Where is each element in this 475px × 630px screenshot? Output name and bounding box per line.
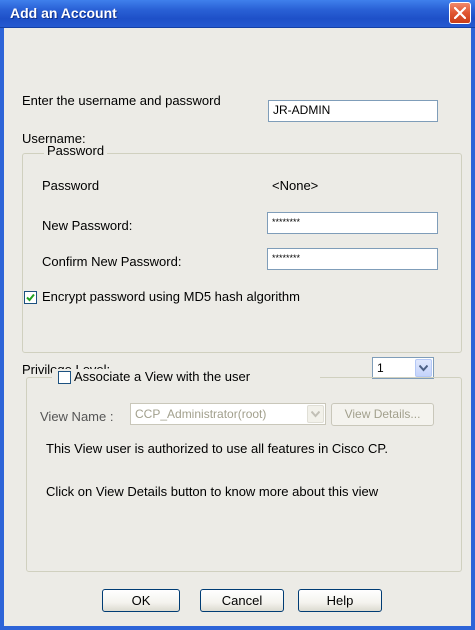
- encrypt-md5-checkbox[interactable]: [24, 291, 37, 304]
- dialog-title: Add an Account: [10, 5, 117, 21]
- cancel-button[interactable]: Cancel: [200, 589, 284, 612]
- new-password-label: New Password:: [42, 218, 133, 233]
- view-name-label: View Name :: [40, 409, 114, 424]
- view-details-info-text: Click on View Details button to know mor…: [46, 484, 379, 499]
- new-password-input[interactable]: ********: [267, 212, 438, 234]
- confirm-password-label: Confirm New Password:: [42, 254, 182, 269]
- dialog-body: Enter the username and password Username…: [4, 28, 471, 626]
- privilege-level-select[interactable]: 1: [372, 357, 434, 379]
- intro-text: Enter the username and password: [22, 93, 221, 108]
- password-current-value: <None>: [272, 178, 319, 193]
- chevron-down-icon: [419, 365, 428, 372]
- close-x-icon: [454, 7, 466, 19]
- view-name-dropdown-button[interactable]: [307, 405, 324, 423]
- encrypt-md5-label: Encrypt password using MD5 hash algorith…: [42, 289, 300, 304]
- view-name-select[interactable]: CCP_Administrator(root): [130, 403, 326, 425]
- privilege-dropdown-button[interactable]: [415, 359, 432, 377]
- authorized-text: This View user is authorized to use all …: [46, 441, 389, 456]
- checkmark-icon: [26, 293, 35, 302]
- add-account-dialog: Add an Account Enter the username and pa…: [0, 0, 475, 630]
- password-group-legend: Password: [44, 143, 108, 158]
- ok-button[interactable]: OK: [102, 589, 180, 612]
- help-button[interactable]: Help: [298, 589, 382, 612]
- close-button[interactable]: [449, 2, 471, 24]
- username-input[interactable]: JR-ADMIN: [268, 100, 438, 122]
- title-bar[interactable]: Add an Account: [0, 0, 475, 28]
- privilege-level-value: 1: [377, 361, 384, 375]
- associate-view-checkbox[interactable]: [58, 371, 71, 384]
- confirm-password-input[interactable]: ********: [267, 248, 438, 270]
- view-name-value: CCP_Administrator(root): [135, 407, 267, 421]
- chevron-down-icon: [311, 411, 320, 418]
- view-details-button[interactable]: View Details...: [331, 403, 434, 426]
- password-label: Password: [42, 178, 100, 193]
- view-group-legend: Associate a View with the user: [52, 369, 320, 387]
- associate-view-label: Associate a View with the user: [74, 369, 251, 384]
